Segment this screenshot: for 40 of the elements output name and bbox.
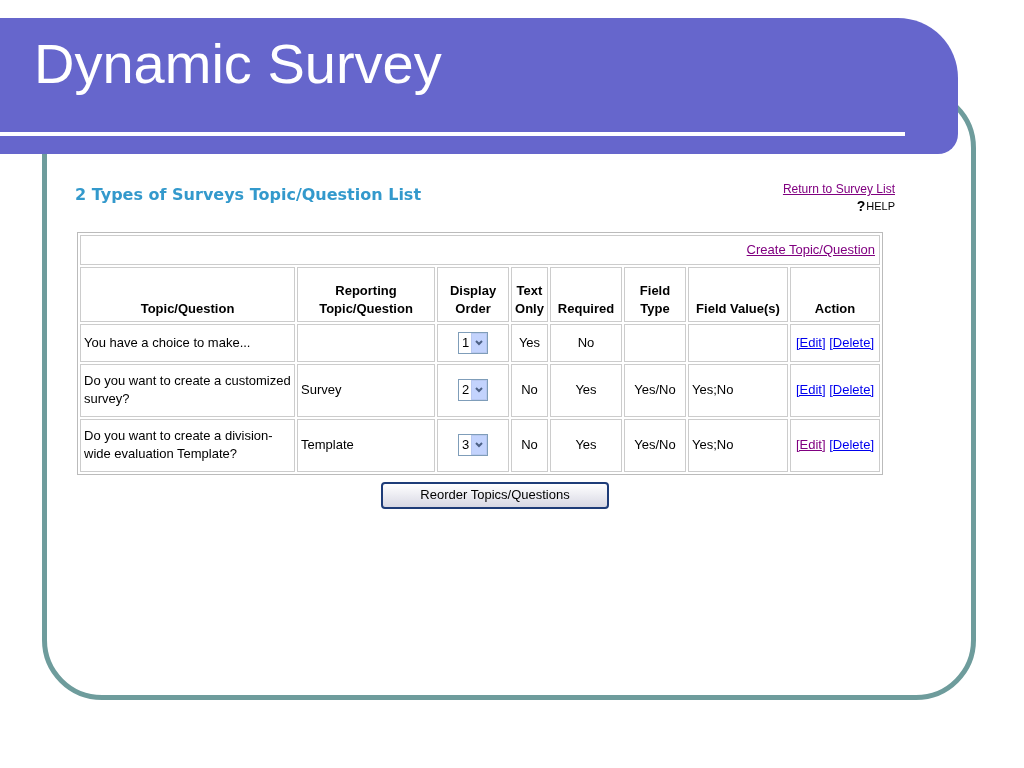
column-header: Reporting Topic/Question bbox=[319, 282, 413, 316]
column-header: Required bbox=[557, 300, 615, 316]
table-cell: Do you want to create a division-wide evaluation Template? bbox=[84, 428, 273, 461]
column-header: Action bbox=[814, 300, 856, 316]
order-dropdown[interactable]: 2 bbox=[457, 379, 489, 401]
order-dropdown[interactable]: 1 bbox=[457, 331, 489, 354]
action-link[interactable]: [Delete] bbox=[829, 334, 875, 350]
table-cell: Yes bbox=[575, 382, 597, 397]
table-cell: Survey bbox=[301, 382, 342, 397]
help-link[interactable]: ?HELP bbox=[856, 198, 895, 215]
table-cell: Yes/No bbox=[634, 437, 676, 452]
table-cell: Do you want to create a customized survey? bbox=[84, 373, 291, 406]
table-cell: Yes bbox=[575, 437, 597, 452]
page-heading: 2 Types of Surveys Topic/Question List bbox=[75, 184, 422, 206]
column-header: Topic/Question bbox=[140, 300, 235, 316]
action-link[interactable]: [Delete] bbox=[829, 382, 875, 397]
table-cell: No bbox=[521, 437, 538, 452]
reorder-button[interactable]: Reorder Topics/Questions bbox=[381, 481, 609, 509]
column-header: Field Type bbox=[639, 282, 671, 316]
chevron-down-icon bbox=[475, 339, 484, 346]
chevron-down-icon bbox=[475, 442, 484, 448]
table-cell: Yes;No bbox=[692, 382, 734, 397]
action-link[interactable]: [Edit] bbox=[795, 382, 826, 397]
order-dropdown[interactable]: 3 bbox=[457, 434, 489, 456]
create-link[interactable]: Create Topic/Question bbox=[746, 239, 875, 260]
column-header: Text Only bbox=[515, 282, 544, 316]
return-link[interactable]: Return to Survey List bbox=[782, 180, 895, 198]
table-cell: Yes;No bbox=[692, 437, 734, 452]
table-cell: Template bbox=[301, 437, 354, 452]
action-link[interactable]: [Delete] bbox=[829, 437, 875, 452]
table-cell: Yes/No bbox=[634, 382, 676, 397]
action-link[interactable]: [Edit] bbox=[795, 437, 826, 452]
column-header: Field Value(s) bbox=[696, 300, 780, 316]
table-cell: Yes bbox=[518, 334, 541, 350]
table-cell: No bbox=[577, 334, 595, 350]
column-header: Display Order bbox=[449, 282, 497, 316]
table-cell: No bbox=[521, 382, 538, 397]
action-link[interactable]: [Edit] bbox=[795, 334, 826, 350]
table-cell: You have a choice to make... bbox=[84, 334, 251, 350]
chevron-down-icon bbox=[475, 387, 484, 393]
